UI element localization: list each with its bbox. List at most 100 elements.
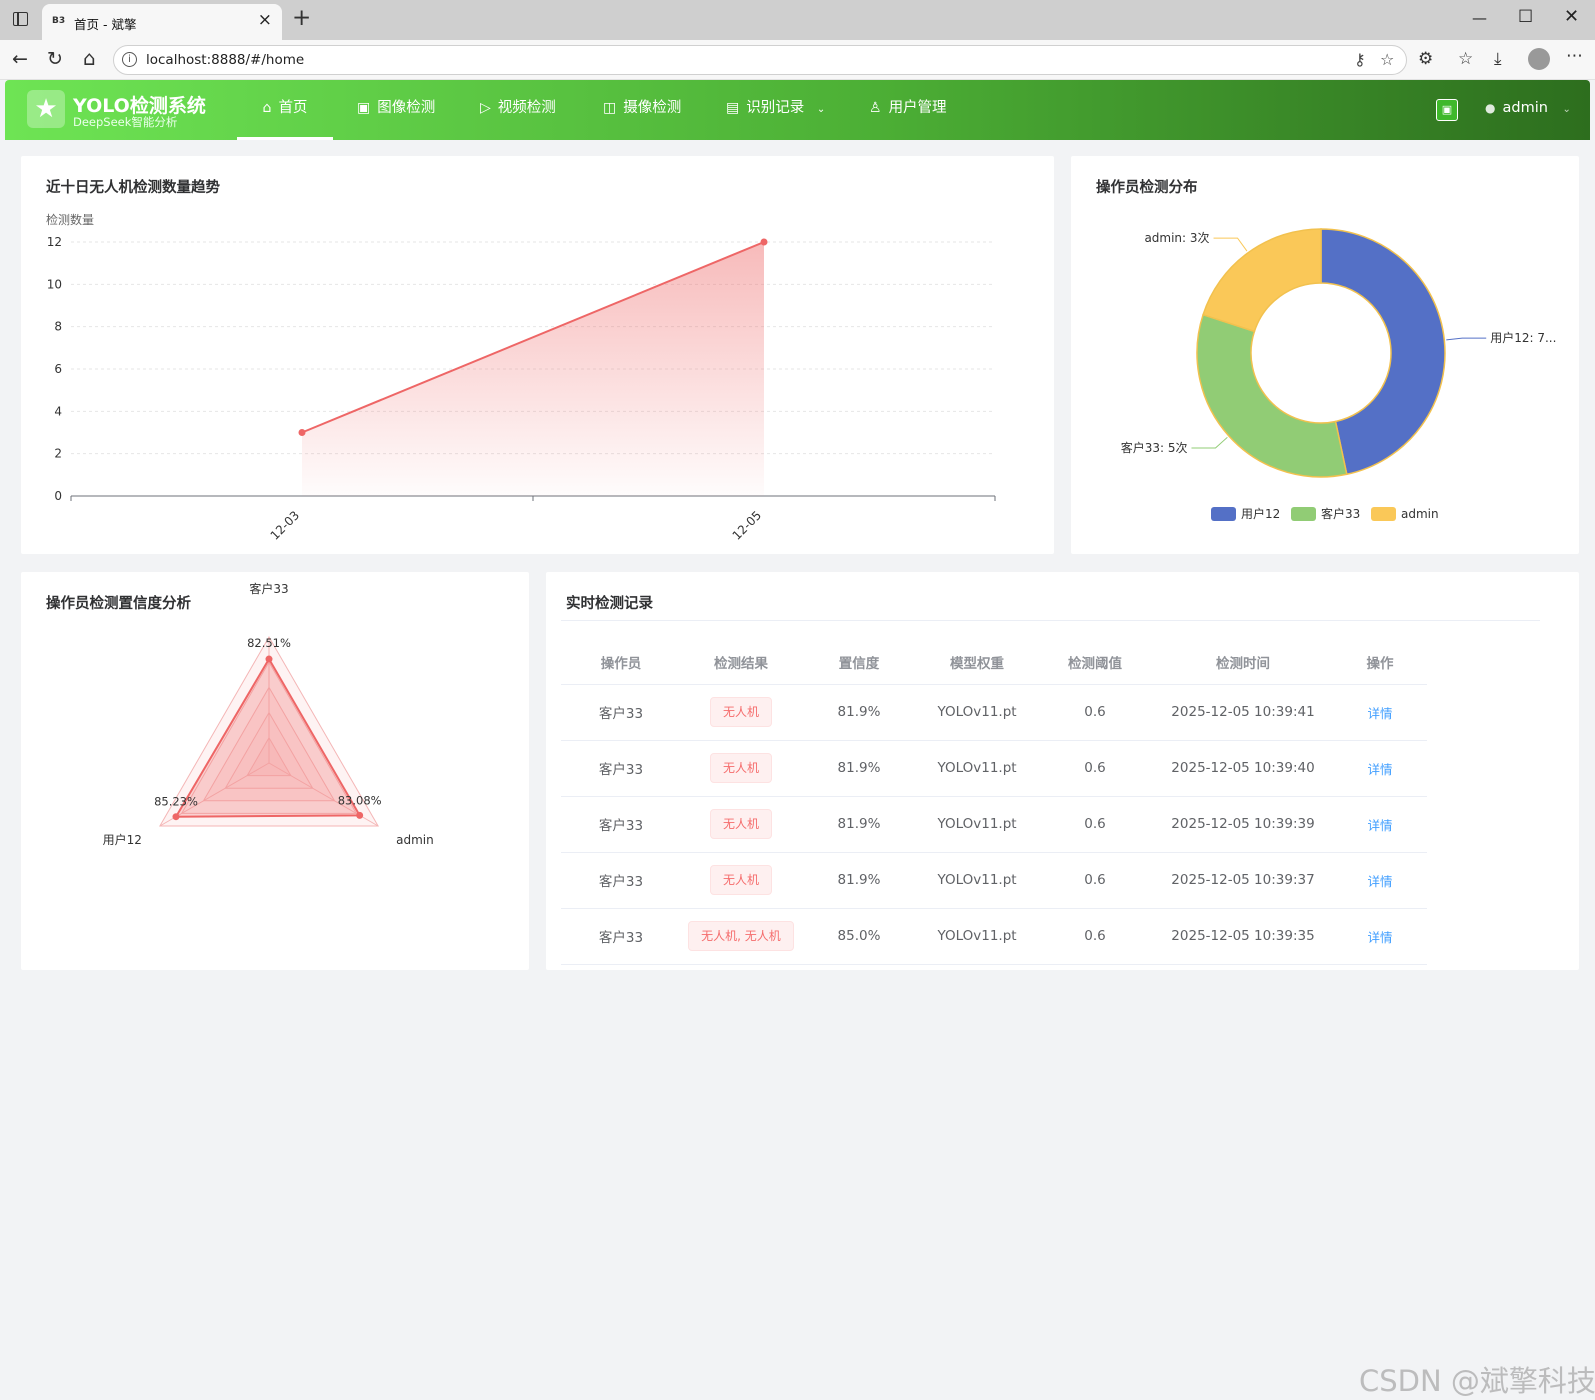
time-cell: 2025-12-05 10:39:37 xyxy=(1153,852,1333,909)
records-card-title: 实时检测记录 xyxy=(566,596,653,612)
confidence-cell: 85.0% xyxy=(801,908,917,965)
user-menu[interactable]: ● admin ⌄ xyxy=(1485,100,1571,116)
nav-label: 图像检测 xyxy=(377,100,436,116)
operator-cell: 客户33 xyxy=(561,684,681,741)
data-point xyxy=(760,238,768,246)
profile-avatar[interactable] xyxy=(1528,48,1550,70)
action-cell: 详情 xyxy=(1333,908,1427,965)
legend-label: admin xyxy=(1401,507,1439,521)
result-tag: 无人机 xyxy=(709,865,772,895)
back-icon[interactable]: ← xyxy=(12,48,28,70)
image-icon: ▣ xyxy=(357,100,371,116)
distribution-card: 操作员检测分布 用户12: 7... 客户33: 5次 admin: 3次 用户12 客… xyxy=(1071,156,1579,554)
table-row: 客户33 无人机 81.9% YOLOv11.pt 0.6 2025-12-05… xyxy=(561,684,1427,741)
nav-video-detection[interactable]: ▷ 视频检测 xyxy=(480,80,556,140)
y-tick-label: 2 xyxy=(54,447,62,461)
confidence-cell: 81.9% xyxy=(801,796,917,853)
radar-point xyxy=(172,813,180,821)
nav-label: 摄像检测 xyxy=(623,100,682,116)
column-header[interactable]: 操作 xyxy=(1333,640,1427,685)
label-leader-line xyxy=(1191,436,1228,449)
site-info-icon[interactable]: i xyxy=(122,52,137,67)
nav-camera-detection[interactable]: ◫ 摄像检测 xyxy=(603,80,681,140)
records-card: 实时检测记录 操作员 检测结果 置信度 模型权重 检测阈值 检测时间 操作 客户… xyxy=(546,572,1579,970)
column-header[interactable]: 置信度 xyxy=(801,640,917,685)
nav-label: 首页 xyxy=(278,100,308,116)
browser-tab-bar: B3 首页 - 斌擎 × + — ☐ ✕ xyxy=(0,0,1595,40)
tab-close-icon[interactable]: × xyxy=(258,10,272,30)
legend-swatch xyxy=(1291,507,1316,521)
model-cell: YOLOv11.pt xyxy=(917,796,1037,853)
legend-swatch xyxy=(1211,507,1236,521)
confidence-cell: 81.9% xyxy=(801,684,917,741)
nav-records[interactable]: ▤ 识别记录 ⌄ xyxy=(726,80,825,140)
radar-indicator-label: admin xyxy=(396,833,434,847)
radar-point xyxy=(265,655,273,663)
column-header[interactable]: 模型权重 xyxy=(917,640,1037,685)
close-window-icon[interactable]: ✕ xyxy=(1564,6,1579,27)
nav-image-detection[interactable]: ▣ 图像检测 xyxy=(357,80,435,140)
chevron-down-icon: ⌄ xyxy=(816,104,826,115)
column-header[interactable]: 检测时间 xyxy=(1153,640,1333,685)
nav-label: 用户管理 xyxy=(888,100,947,116)
y-tick-label: 4 xyxy=(54,404,62,418)
x-tick-label: 12-03 xyxy=(268,508,303,543)
donut-slice xyxy=(1196,313,1348,478)
divider xyxy=(561,620,1540,621)
user-icon: ♙ xyxy=(869,100,882,116)
address-input[interactable]: i localhost:8888/#/home ⚷ ☆ xyxy=(113,45,1407,75)
detail-link[interactable]: 详情 xyxy=(1367,874,1392,889)
result-cell: 无人机 xyxy=(681,796,801,853)
nav-user-management[interactable]: ♙ 用户管理 xyxy=(869,80,947,140)
result-cell: 无人机 xyxy=(681,852,801,909)
watermark: CSDN @斌擎科技 xyxy=(1359,1364,1595,1398)
y-tick-label: 12 xyxy=(47,235,62,249)
detail-link[interactable]: 详情 xyxy=(1367,930,1392,945)
result-cell: 无人机, 无人机 xyxy=(681,908,801,965)
threshold-cell: 0.6 xyxy=(1037,908,1153,965)
nav-label: 识别记录 xyxy=(746,100,805,116)
screen-toggle-icon[interactable]: ▣ xyxy=(1436,99,1458,121)
detail-link[interactable]: 详情 xyxy=(1367,706,1392,721)
favorite-star-icon[interactable]: ☆ xyxy=(1380,50,1394,69)
result-tag: 无人机, 无人机 xyxy=(688,921,794,951)
maximize-icon[interactable]: ☐ xyxy=(1518,7,1533,27)
minimize-icon[interactable]: — xyxy=(1472,9,1487,27)
time-cell: 2025-12-05 10:39:41 xyxy=(1153,684,1333,741)
model-cell: YOLOv11.pt xyxy=(917,908,1037,965)
distribution-chart: 用户12: 7... 客户33: 5次 admin: 3次用户12 客户33 admin xyxy=(1121,228,1556,521)
column-header[interactable]: 检测结果 xyxy=(681,640,801,685)
play-icon: ▷ xyxy=(480,100,491,116)
document-icon: ▤ xyxy=(726,100,740,116)
threshold-cell: 0.6 xyxy=(1037,852,1153,909)
column-header[interactable]: 检测阈值 xyxy=(1037,640,1153,685)
radar-chart: 82.51% 83.08% 85.23% 客户33 admin 用户12 xyxy=(103,581,434,847)
browser-tab[interactable]: B3 首页 - 斌擎 × xyxy=(42,4,282,40)
operator-cell: 客户33 xyxy=(561,908,681,965)
radar-series-area xyxy=(174,657,362,818)
new-tab-icon[interactable]: + xyxy=(292,5,311,31)
result-tag: 无人机 xyxy=(709,697,772,727)
model-cell: YOLOv11.pt xyxy=(917,852,1037,909)
operator-cell: 客户33 xyxy=(561,740,681,797)
detail-link[interactable]: 详情 xyxy=(1367,818,1392,833)
label-leader-line xyxy=(1446,337,1487,341)
favorites-icon[interactable]: ☆ xyxy=(1458,49,1473,69)
key-icon[interactable]: ⚷ xyxy=(1354,50,1366,69)
nav-home[interactable]: ⌂ 首页 xyxy=(237,80,333,140)
extensions-icon[interactable]: ⚙ xyxy=(1418,49,1433,69)
y-tick-label: 8 xyxy=(54,320,62,334)
download-icon[interactable]: ⤓ xyxy=(1494,49,1502,69)
chevron-down-icon: ⌄ xyxy=(1562,104,1571,115)
refresh-icon[interactable]: ↻ xyxy=(47,48,63,70)
tab-actions-icon[interactable] xyxy=(13,12,28,26)
more-icon[interactable]: ⋯ xyxy=(1566,46,1583,66)
confidence-cell: 81.9% xyxy=(801,740,917,797)
table-row: 客户33 无人机, 无人机 85.0% YOLOv11.pt 0.6 2025-… xyxy=(561,908,1427,965)
home-browser-icon[interactable]: ⌂ xyxy=(83,46,96,70)
slice-label: admin: 3次 xyxy=(1144,231,1209,245)
operator-cell: 客户33 xyxy=(561,852,681,909)
legend-swatch xyxy=(1371,507,1396,521)
detail-link[interactable]: 详情 xyxy=(1367,762,1392,777)
column-header[interactable]: 操作员 xyxy=(561,640,681,685)
